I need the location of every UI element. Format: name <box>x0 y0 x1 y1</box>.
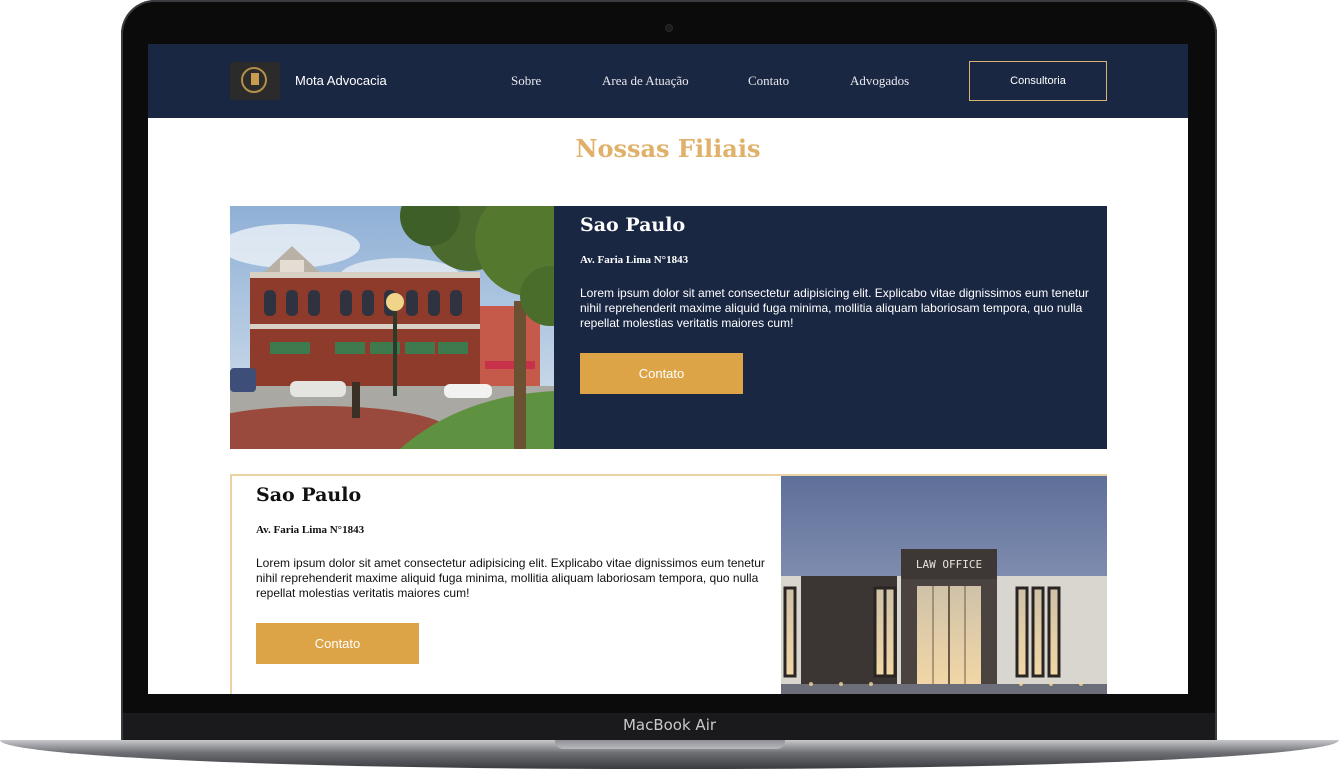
branch-city-1: Sao Paulo <box>580 214 686 236</box>
screen: Mota Advocacia Sobre Area de Atuação Con… <box>148 44 1188 694</box>
branch-description-1: Lorem ipsum dolor sit amet consectetur a… <box>580 286 1089 330</box>
nav-link-contato[interactable]: Contato <box>748 73 789 89</box>
branch-card-2: Sao Paulo Av. Faria Lima N°1843 Lorem ip… <box>230 474 1107 694</box>
branch-photo-1 <box>230 206 554 449</box>
logo-icon[interactable] <box>230 62 280 100</box>
branch-card-1: Sao Paulo Av. Faria Lima N°1843 Lorem ip… <box>230 206 1107 449</box>
branch-info-2: Sao Paulo Av. Faria Lima N°1843 Lorem ip… <box>256 484 776 664</box>
nav-link-area-de-atuacao[interactable]: Area de Atuação <box>602 73 689 89</box>
nav-link-sobre[interactable]: Sobre <box>511 73 541 89</box>
contato-button-1[interactable]: Contato <box>580 353 743 394</box>
nav-link-advogados[interactable]: Advogados <box>850 73 909 89</box>
law-office-sign: LAW OFFICE <box>916 558 982 571</box>
brand-name[interactable]: Mota Advocacia <box>295 73 387 88</box>
navbar: Mota Advocacia Sobre Area de Atuação Con… <box>148 44 1188 118</box>
contato-button-2[interactable]: Contato <box>256 623 419 664</box>
page-title: Nossas Filiais <box>575 134 761 163</box>
branch-photo-2: LAW OFFICE <box>781 476 1107 694</box>
device-label: MacBook Air <box>622 716 717 734</box>
consultoria-button[interactable]: Consultoria <box>969 61 1107 101</box>
camera-icon <box>666 25 672 31</box>
branch-city-2: Sao Paulo <box>256 484 362 506</box>
branch-description-2: Lorem ipsum dolor sit amet consectetur a… <box>256 556 765 600</box>
branch-info-1: Sao Paulo Av. Faria Lima N°1843 Lorem ip… <box>580 214 1100 394</box>
branch-address-1: Av. Faria Lima N°1843 <box>580 254 689 266</box>
laptop-notch <box>555 740 785 749</box>
branch-address-2: Av. Faria Lima N°1843 <box>256 524 365 536</box>
